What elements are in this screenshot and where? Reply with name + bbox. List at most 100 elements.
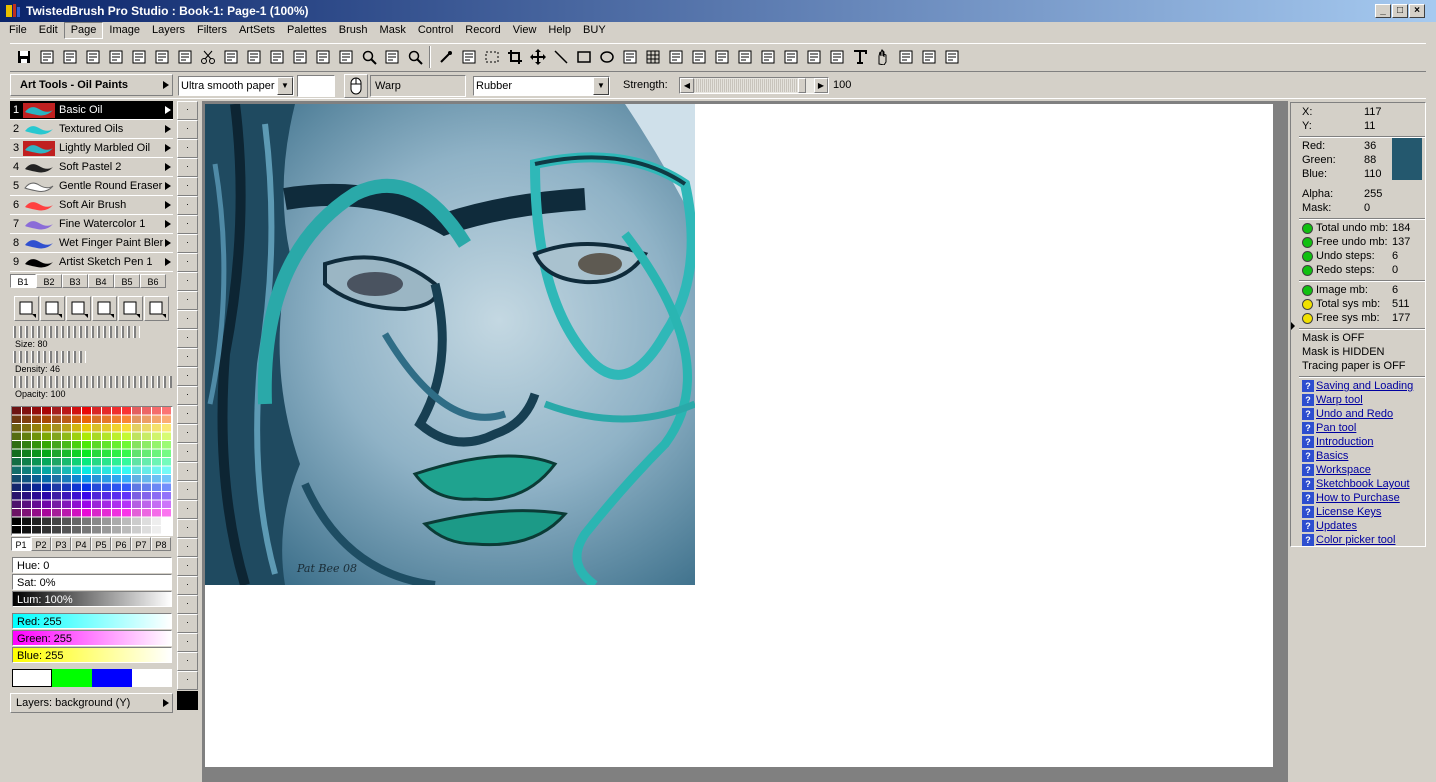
menu-mask[interactable]: Mask <box>374 22 412 39</box>
eyedropper-button[interactable] <box>434 46 457 68</box>
page-slot[interactable]: · <box>177 424 198 443</box>
page-slot[interactable]: · <box>177 576 198 595</box>
help-item[interactable]: ? Saving and Loading <box>1302 379 1427 393</box>
rotate-brush-button[interactable] <box>40 296 65 321</box>
help-item[interactable]: ? Undo and Redo <box>1302 407 1427 421</box>
new-page-button[interactable] <box>58 46 81 68</box>
page-slot[interactable]: · <box>177 272 198 291</box>
undo-button[interactable] <box>311 46 334 68</box>
palette-tab-p4[interactable]: P4 <box>71 537 91 551</box>
page-slot[interactable]: · <box>177 652 198 671</box>
menu-buy[interactable]: BUY <box>577 22 612 39</box>
menu-palettes[interactable]: Palettes <box>281 22 333 39</box>
cut-button[interactable] <box>196 46 219 68</box>
select-rect-button[interactable] <box>480 46 503 68</box>
page-slot[interactable]: · <box>177 196 198 215</box>
page-slot[interactable]: · <box>177 101 198 120</box>
brush-item[interactable]: 2 Textured Oils <box>10 120 173 139</box>
bank-tab-b4[interactable]: B4 <box>88 274 114 288</box>
green-bar[interactable]: Green: 255 <box>12 630 172 646</box>
color-palette[interactable] <box>11 406 173 536</box>
help-item[interactable]: ? Warp tool <box>1302 393 1427 407</box>
help-link[interactable]: Undo and Redo <box>1316 407 1393 421</box>
brush-item[interactable]: 4 Soft Pastel 2 <box>10 158 173 177</box>
help-item[interactable]: ? Basics <box>1302 449 1427 463</box>
color-swatch[interactable] <box>92 669 132 687</box>
brush-arrow-icon[interactable] <box>165 201 171 209</box>
menu-record[interactable]: Record <box>459 22 506 39</box>
menu-artsets[interactable]: ArtSets <box>233 22 281 39</box>
rotate-button[interactable] <box>894 46 917 68</box>
help-link[interactable]: How to Purchase <box>1316 491 1400 505</box>
stamp-button[interactable] <box>802 46 825 68</box>
help-link[interactable]: Workspace <box>1316 463 1371 477</box>
slider-track[interactable] <box>12 326 172 338</box>
ellipse-button[interactable] <box>595 46 618 68</box>
palette-tab-p3[interactable]: P3 <box>51 537 71 551</box>
current-page-thumb[interactable] <box>177 691 198 710</box>
help-link[interactable]: Pan tool <box>1316 421 1356 435</box>
help-link[interactable]: Warp tool <box>1316 393 1363 407</box>
paste-button[interactable] <box>242 46 265 68</box>
bank-tab-b2[interactable]: B2 <box>36 274 62 288</box>
menu-help[interactable]: Help <box>542 22 577 39</box>
help-item[interactable]: ? How to Purchase <box>1302 491 1427 505</box>
blue-bar[interactable]: Blue: 255 <box>12 647 172 663</box>
help-link[interactable]: Sketchbook Layout <box>1316 477 1410 491</box>
slider-track[interactable] <box>12 376 172 388</box>
prev-page-button[interactable] <box>81 46 104 68</box>
zoom-fit-button[interactable] <box>380 46 403 68</box>
page-slot[interactable]: · <box>177 158 198 177</box>
help-link[interactable]: Basics <box>1316 449 1348 463</box>
maximize-button[interactable]: □ <box>1392 4 1408 18</box>
brush-item[interactable]: 6 Soft Air Brush <box>10 196 173 215</box>
page-slot[interactable]: · <box>177 557 198 576</box>
sphere-button[interactable] <box>687 46 710 68</box>
brush-arrow-icon[interactable] <box>165 220 171 228</box>
menu-image[interactable]: Image <box>103 22 146 39</box>
page-slot[interactable]: · <box>177 671 198 690</box>
move-button[interactable] <box>526 46 549 68</box>
pen-button[interactable] <box>756 46 779 68</box>
help-item[interactable]: ? Introduction <box>1302 435 1427 449</box>
page-slot[interactable]: · <box>177 405 198 424</box>
page-slot[interactable]: · <box>177 481 198 500</box>
brush-arrow-icon[interactable] <box>165 258 171 266</box>
lightning-button[interactable] <box>150 46 173 68</box>
color-swatch[interactable] <box>132 669 172 687</box>
brush-arrow-icon[interactable] <box>165 182 171 190</box>
pattern-button[interactable] <box>664 46 687 68</box>
paste-special-button[interactable] <box>265 46 288 68</box>
page-slot[interactable]: · <box>177 443 198 462</box>
page-slot[interactable]: · <box>177 120 198 139</box>
help-link[interactable]: Saving and Loading <box>1316 379 1413 393</box>
save-as-button[interactable] <box>35 46 58 68</box>
paper-select[interactable]: Ultra smooth paper ▼ <box>178 76 294 96</box>
size-brush-button[interactable] <box>66 296 91 321</box>
brush-item[interactable]: 5 Gentle Round Eraser <box>10 177 173 196</box>
lum-bar[interactable]: Lum: 100% <box>12 591 172 607</box>
brush-item[interactable]: 9 Artist Sketch Pen 1 <box>10 253 173 272</box>
menu-file[interactable]: File <box>3 22 33 39</box>
brush-arrow-icon[interactable] <box>165 125 171 133</box>
bucket-button[interactable] <box>457 46 480 68</box>
lasso-button[interactable] <box>733 46 756 68</box>
page-slot[interactable]: · <box>177 633 198 652</box>
page-slot[interactable]: · <box>177 291 198 310</box>
bank-tab-b3[interactable]: B3 <box>62 274 88 288</box>
page-slot[interactable]: · <box>177 329 198 348</box>
close-button[interactable]: × <box>1409 4 1425 18</box>
help-item[interactable]: ? Pan tool <box>1302 421 1427 435</box>
palette-tab-p5[interactable]: P5 <box>91 537 111 551</box>
brush-item[interactable]: 8 Wet Finger Paint Blen <box>10 234 173 253</box>
notes-button[interactable] <box>173 46 196 68</box>
page-slot[interactable]: · <box>177 253 198 272</box>
crop-button[interactable] <box>503 46 526 68</box>
menu-filters[interactable]: Filters <box>191 22 233 39</box>
zoom-button[interactable] <box>357 46 380 68</box>
page-slot[interactable]: · <box>177 519 198 538</box>
brush-arrow-icon[interactable] <box>165 106 171 114</box>
brush-item[interactable]: 1 Basic Oil <box>10 101 173 120</box>
strength-slider[interactable]: ◀ ▶ <box>679 77 829 94</box>
paper-color-swatch[interactable] <box>297 75 335 97</box>
